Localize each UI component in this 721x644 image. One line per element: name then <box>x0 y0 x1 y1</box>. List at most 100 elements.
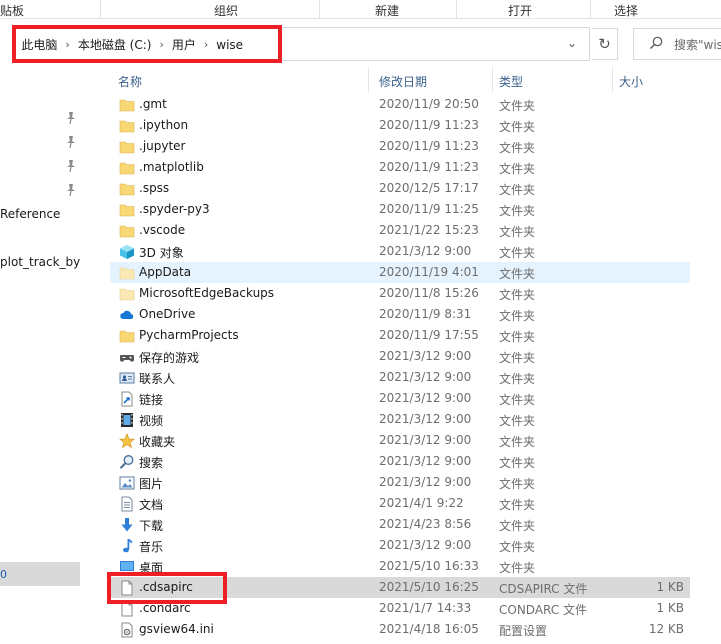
table-row[interactable]: 链接 2021/3/12 9:00 文件夹 <box>110 388 690 409</box>
column-divider[interactable] <box>492 67 493 92</box>
file-modified-date: 2020/11/9 11:23 <box>379 139 479 153</box>
file-modified-date: 2021/3/12 9:00 <box>379 538 472 552</box>
file-name: OneDrive <box>139 307 196 321</box>
folder-icon <box>119 118 135 134</box>
pin-icon[interactable] <box>66 112 76 124</box>
file-modified-date: 2021/4/18 16:05 <box>379 622 479 636</box>
table-row[interactable]: .matplotlib 2020/11/9 11:23 文件夹 <box>110 157 690 178</box>
table-row[interactable]: 下载 2021/4/23 8:56 文件夹 <box>110 514 690 535</box>
table-row[interactable]: 搜索 2021/3/12 9:00 文件夹 <box>110 451 690 472</box>
onedrive-icon <box>119 307 135 323</box>
chevron-right-icon[interactable]: › <box>204 38 208 51</box>
file-modified-date: 2020/12/5 17:17 <box>379 181 479 195</box>
file-modified-date: 2020/11/9 20:50 <box>379 97 479 111</box>
column-divider[interactable] <box>368 67 369 92</box>
nav-item-partial[interactable]: 0 <box>0 568 7 581</box>
breadcrumb-users[interactable]: 用户 <box>172 36 196 53</box>
table-row[interactable]: 图片 2021/3/12 9:00 文件夹 <box>110 472 690 493</box>
file-type: 文件夹 <box>499 120 536 134</box>
table-row[interactable]: 保存的游戏 2021/3/12 9:00 文件夹 <box>110 346 690 367</box>
nav-item-reference[interactable]: Reference <box>0 207 80 221</box>
column-header-name[interactable]: 名称 <box>118 67 142 92</box>
table-row[interactable]: 音乐 2021/3/12 9:00 文件夹 <box>110 535 690 556</box>
file-name: .gmt <box>139 97 167 111</box>
table-row[interactable]: 桌面 2021/5/10 16:33 文件夹 <box>110 556 690 577</box>
saved-games-icon <box>119 349 135 365</box>
file-type: 文件夹 <box>499 561 536 575</box>
table-row[interactable]: 文档 2021/4/1 9:22 文件夹 <box>110 493 690 514</box>
column-header-type[interactable]: 类型 <box>499 67 523 92</box>
breadcrumb-this-pc[interactable]: 此电脑 <box>21 36 57 53</box>
file-type: 文件夹 <box>499 435 536 449</box>
folder-icon <box>119 160 135 176</box>
file-modified-date: 2021/5/10 16:33 <box>379 559 479 573</box>
breadcrumb-local-disk[interactable]: 本地磁盘 (C:) <box>78 36 152 53</box>
table-row[interactable]: 视频 2021/3/12 9:00 文件夹 <box>110 409 690 430</box>
table-row[interactable]: .vscode 2021/1/22 15:23 文件夹 <box>110 220 690 241</box>
breadcrumb-wise[interactable]: wise <box>216 38 243 52</box>
file-type: 文件夹 <box>499 225 536 239</box>
file-type: 文件夹 <box>499 393 536 407</box>
file-type: 文件夹 <box>499 267 536 281</box>
file-name: 文档 <box>139 498 164 512</box>
refresh-icon: ↻ <box>598 35 611 53</box>
file-modified-date: 2021/3/12 9:00 <box>379 412 472 426</box>
search-placeholder: 搜索"wise" <box>674 38 721 52</box>
pin-icon[interactable] <box>66 160 76 172</box>
table-row[interactable]: .gmt 2020/11/9 20:50 文件夹 <box>110 94 690 115</box>
ribbon-group-open: 打开 <box>508 4 533 18</box>
table-row[interactable]: 联系人 2021/3/12 9:00 文件夹 <box>110 367 690 388</box>
desktop-icon <box>119 559 135 575</box>
search-icon <box>650 36 663 49</box>
searches-icon <box>119 454 135 470</box>
pin-icon[interactable] <box>66 136 76 148</box>
table-row[interactable]: 3D 对象 2021/3/12 9:00 文件夹 <box>110 241 690 262</box>
ribbon-divider <box>456 0 457 18</box>
nav-selected-item[interactable] <box>0 562 80 586</box>
chevron-right-icon[interactable]: › <box>159 38 163 51</box>
settings-file-icon <box>119 622 135 638</box>
file-type: 文件夹 <box>499 141 536 155</box>
table-row[interactable]: .spss 2020/12/5 17:17 文件夹 <box>110 178 690 199</box>
pin-icon[interactable] <box>66 184 76 196</box>
chevron-down-icon[interactable]: ⌄ <box>567 36 577 50</box>
file-name: 下载 <box>139 519 164 533</box>
file-modified-date: 2021/1/22 15:23 <box>379 223 479 237</box>
column-header-size[interactable]: 大小 <box>619 67 643 92</box>
file-modified-date: 2020/11/19 4:01 <box>379 265 479 279</box>
table-row[interactable]: .ipython 2020/11/9 11:23 文件夹 <box>110 115 690 136</box>
table-row[interactable]: .jupyter 2020/11/9 11:23 文件夹 <box>110 136 690 157</box>
chevron-right-icon[interactable]: › <box>65 38 69 51</box>
table-row[interactable]: .cdsapirc 2021/5/10 16:25 CDSAPIRC 文件 1 KB <box>110 577 690 598</box>
file-name: 链接 <box>139 393 164 407</box>
file-type: CONDARC 文件 <box>499 603 587 617</box>
table-row[interactable]: OneDrive 2020/11/9 8:31 文件夹 <box>110 304 690 325</box>
table-row[interactable]: MicrosoftEdgeBackups 2020/11/8 15:26 文件夹 <box>110 283 690 304</box>
file-name: .condarc <box>139 601 191 615</box>
file-modified-date: 2021/3/12 9:00 <box>379 244 472 258</box>
file-name: 桌面 <box>139 561 164 575</box>
file-name: .vscode <box>139 223 186 237</box>
table-row[interactable]: .spyder-py3 2020/11/9 11:25 文件夹 <box>110 199 690 220</box>
file-modified-date: 2021/1/7 14:33 <box>379 601 472 615</box>
table-row[interactable]: PycharmProjects 2020/11/9 17:55 文件夹 <box>110 325 690 346</box>
file-type: 文件夹 <box>499 540 536 554</box>
file-icon <box>119 601 135 617</box>
file-name: gsview64.ini <box>139 622 214 636</box>
folder-light-icon <box>119 286 135 302</box>
nav-item-plot-track[interactable]: plot_track_by_ <box>0 255 80 269</box>
file-modified-date: 2021/3/12 9:00 <box>379 454 472 468</box>
refresh-button[interactable]: ↻ <box>592 28 618 60</box>
folder-icon <box>119 223 135 239</box>
table-row[interactable]: AppData 2020/11/19 4:01 文件夹 <box>110 262 690 283</box>
table-row[interactable]: 收藏夹 2021/3/12 9:00 文件夹 <box>110 430 690 451</box>
file-modified-date: 2021/3/12 9:00 <box>379 391 472 405</box>
column-divider[interactable] <box>612 67 613 92</box>
table-row[interactable]: .condarc 2021/1/7 14:33 CONDARC 文件 1 KB <box>110 598 690 619</box>
file-type: 文件夹 <box>499 288 536 302</box>
ribbon-divider <box>100 0 101 18</box>
file-name: .spyder-py3 <box>139 202 210 216</box>
table-row[interactable]: gsview64.ini 2021/4/18 16:05 配置设置 12 KB <box>110 619 690 640</box>
column-header-date[interactable]: 修改日期 <box>379 67 427 92</box>
file-name: AppData <box>139 265 192 279</box>
